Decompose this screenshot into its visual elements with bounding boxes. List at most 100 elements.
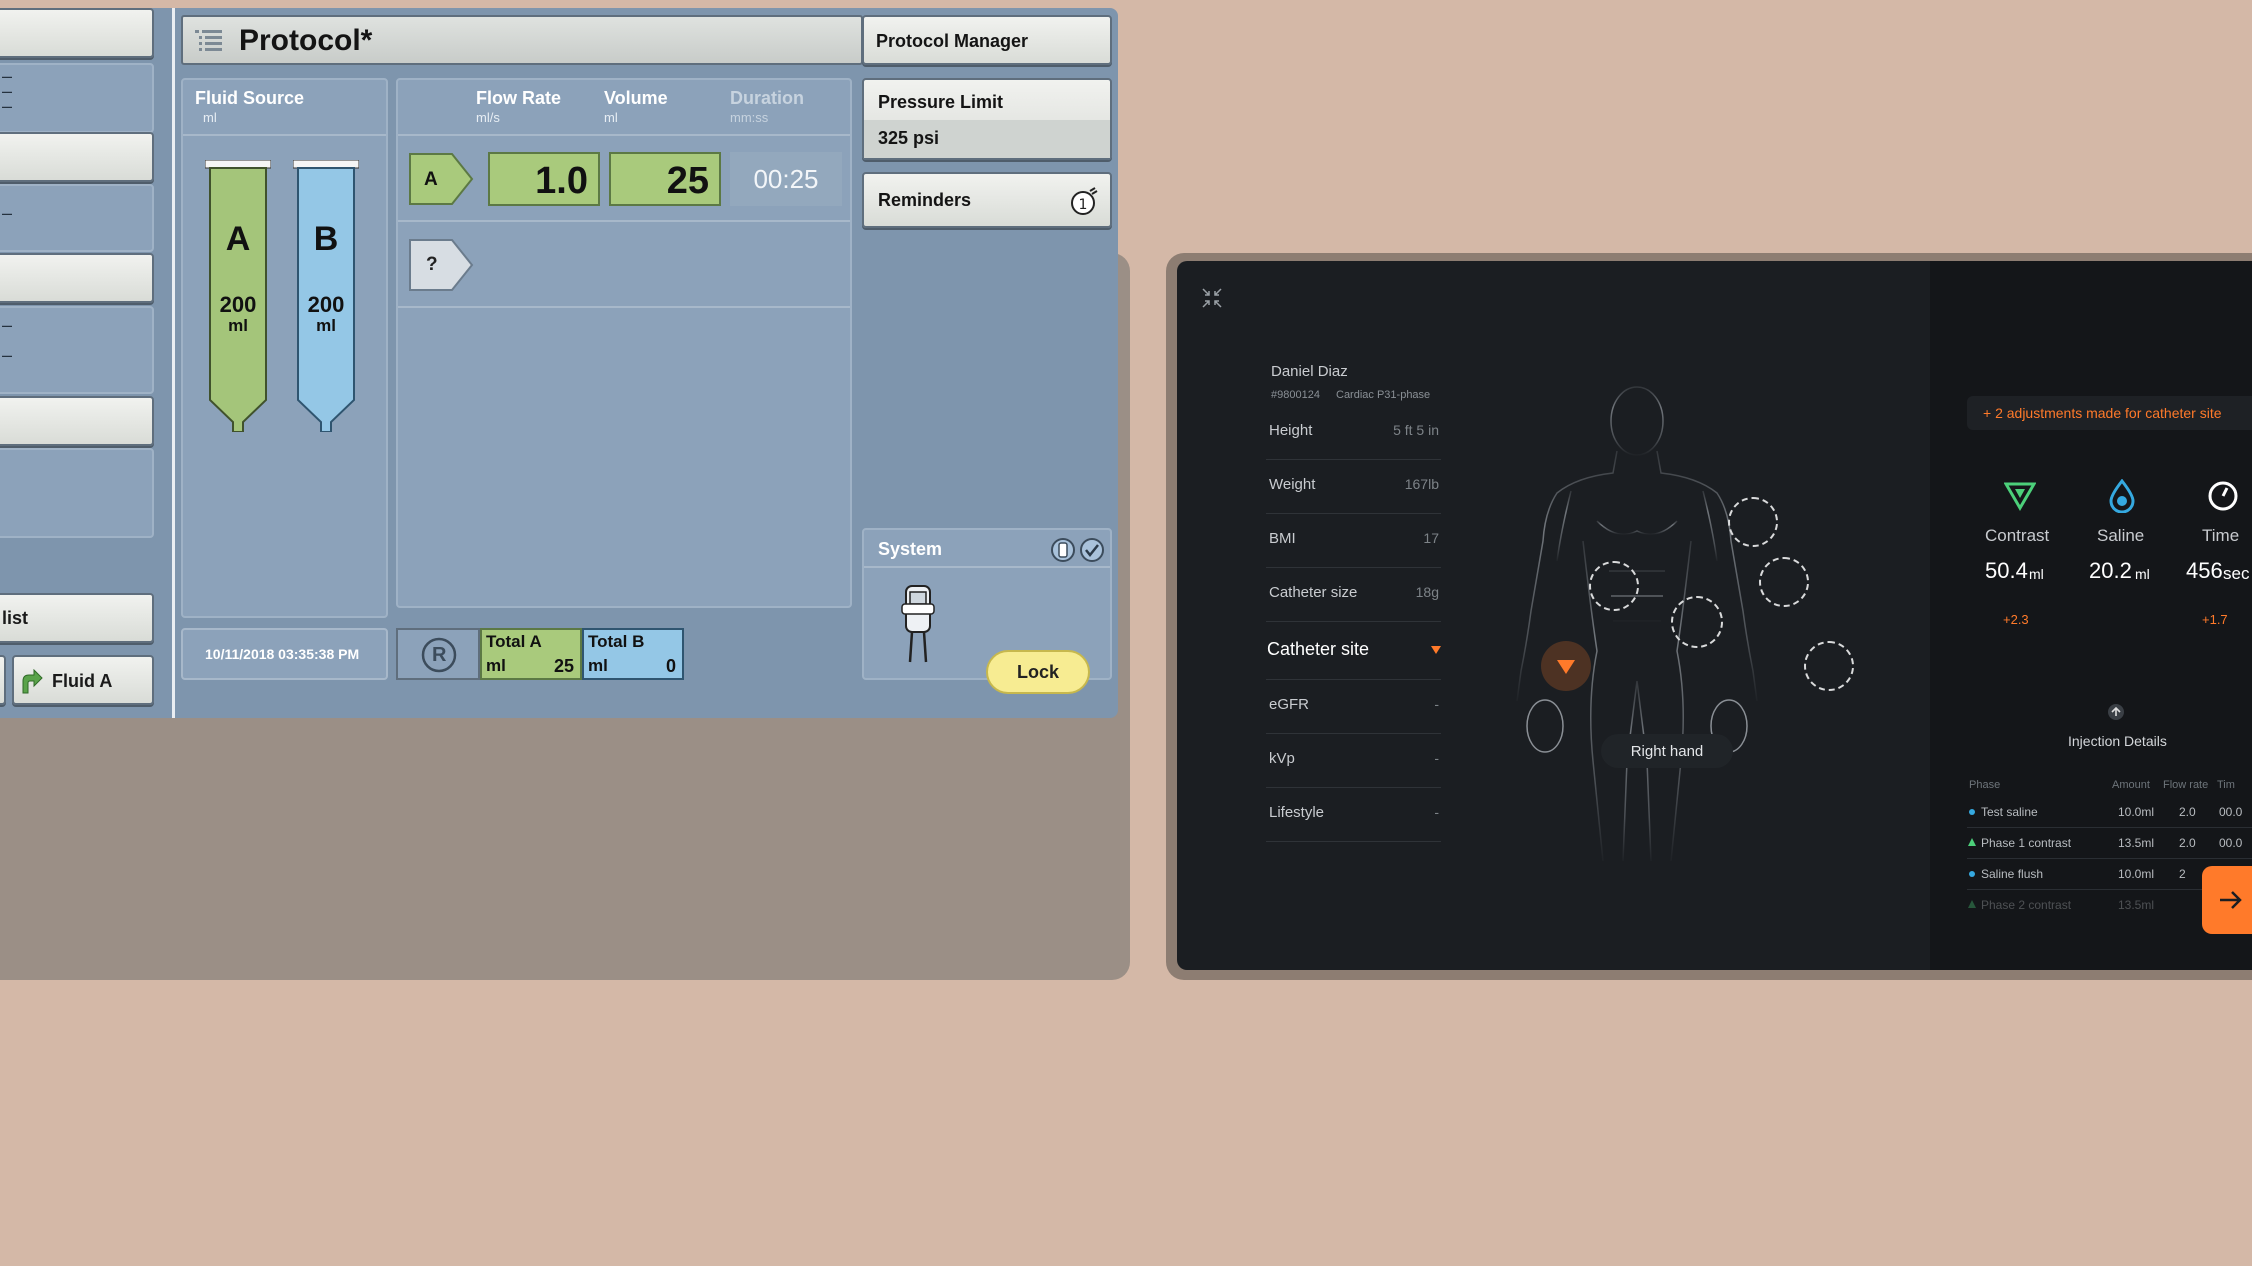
duration-field[interactable]: 00:25 [730,152,842,206]
col-time: Tim [2217,779,2235,791]
arrow-icon [22,669,43,694]
contrast-triangle-icon [1968,838,1976,846]
sidebar-panel-4 [0,448,154,538]
info-value: - [1434,696,1439,712]
table-row[interactable]: Test saline 10.0ml 2.0 00.0 [1967,797,2252,828]
info-row-height[interactable]: Height 5 ft 5 in [1266,406,1441,460]
fluid-source-unit: ml [203,110,217,125]
time-label: Time [2202,526,2240,545]
info-label: kVp [1269,750,1295,767]
saline-dot-icon [1969,871,1975,877]
info-value: - [1434,804,1439,820]
phase-a-tag[interactable] [408,152,474,206]
sidebar-divider [172,8,175,718]
system-label: System [878,539,943,559]
menu-list-icon[interactable] [195,29,223,53]
info-row-catheter-size[interactable]: Catheter size 18g [1266,568,1441,622]
flow-rate-field[interactable]: 1.0 [488,152,600,206]
collapse-icon[interactable] [1201,287,1223,309]
total-a-unit: ml [486,656,506,675]
info-row-egfr[interactable]: eGFR - [1266,680,1441,734]
add-phase-row[interactable]: ? [398,224,850,308]
info-value: 167lb [1404,476,1439,492]
col-volume: Volume [604,88,668,108]
selected-site-label: Right hand [1601,734,1733,768]
saline-value: 20.2 [2089,558,2132,583]
arrow-right-icon [2220,891,2242,909]
total-b-unit: ml [588,656,608,675]
sidebar-button-1[interactable] [0,8,154,58]
next-button[interactable] [2202,866,2252,934]
list-button[interactable]: list [0,593,154,643]
injection-details-label[interactable]: Injection Details [2068,733,2167,749]
site-abdomen[interactable] [1671,596,1723,648]
total-b-label: Total B [588,632,645,651]
system-status-icons [1051,538,1104,562]
col-flow-rate: Flow rate [2163,779,2209,791]
lock-button[interactable]: Lock [986,650,1090,694]
fluid-source-panel: Fluid Source ml A 200 ml B 200 ml [181,78,388,618]
row-flow: 2 [2179,867,2186,881]
system-header: System [864,530,1110,568]
phase-row[interactable]: A 1.0 25 00:25 [398,142,850,222]
pressure-limit-button[interactable]: Pressure Limit 325 psi [862,78,1112,160]
protocol-manager-label: Protocol Manager [876,31,1029,51]
volume-field[interactable]: 25 [609,152,721,206]
info-value: - [1434,750,1439,766]
triangle-icon [2004,482,2036,511]
info-row-kvp[interactable]: kVp - [1266,734,1441,788]
fluid-a-label: Fluid A [52,671,113,691]
site-chest[interactable] [1728,497,1778,547]
patient-name: Daniel Diaz [1271,363,1348,380]
row-phase: Phase 1 contrast [1981,836,2072,850]
sidebar-button-3[interactable] [0,253,154,303]
list-button-label: list [2,608,29,628]
info-value: 17 [1423,530,1439,546]
syringe-b[interactable]: B 200 ml [293,160,359,432]
site-right-hand-selected[interactable] [1541,641,1591,691]
col-flow-rate: Flow Rate [476,88,562,108]
pressure-limit-label: Pressure Limit [878,92,1004,112]
info-row-weight[interactable]: Weight 167lb [1266,460,1441,514]
sidebar-button-2[interactable] [0,132,154,182]
syringe-b-unit: ml [316,316,336,335]
adjustment-banner[interactable]: + 2 adjustments made for catheter site [1967,396,2252,430]
add-phase-tag[interactable] [408,238,474,292]
timestamp-panel: 10/11/2018 03:35:38 PM [181,628,388,680]
stopwatch-icon [2208,481,2238,511]
fluid-source-title: Fluid Source [195,88,305,108]
chevron-down-icon [1431,646,1441,654]
reminders-label: Reminders [878,190,972,210]
site-right-arm[interactable] [1589,561,1639,611]
expand-up-icon[interactable] [2107,703,2125,721]
info-row-lifestyle[interactable]: Lifestyle - [1266,788,1441,842]
syringe-a[interactable]: A 200 ml [205,160,271,432]
total-a-label: Total A [486,632,542,651]
reset-label: R [432,644,447,666]
table-row[interactable]: Phase 1 contrast 13.5ml 2.0 00.0 [1967,828,2252,859]
syringe-a-label: A [225,220,251,258]
reset-button[interactable]: R [396,628,480,680]
protocol-manager-button[interactable]: Protocol Manager [862,15,1112,65]
row-time: 00.0 [2219,836,2243,850]
col-flow-rate-unit: ml/s [476,110,500,125]
info-value: 18g [1415,584,1439,600]
site-left-hand[interactable] [1804,641,1854,691]
fluid-a-button[interactable]: Fluid A [12,655,154,705]
dash-placeholder: – – – [2,66,13,116]
catheter-site-dropdown[interactable]: Catheter site [1266,622,1441,680]
left-screen: – – – – – – list Fluid A Protocol* Protocol… [0,8,1118,718]
reminders-button[interactable]: Reminders 1 [862,172,1112,228]
col-duration-unit: mm:ss [730,110,769,125]
add-phase-label: ? [426,254,438,275]
info-row-bmi[interactable]: BMI 17 [1266,514,1441,568]
row-amount: 10.0ml [2118,867,2155,881]
total-b-box: Total B ml 0 [582,628,684,680]
sidebar-small-button[interactable] [0,655,6,705]
sidebar-panel-2: – [0,184,154,252]
site-left-arm[interactable] [1759,557,1809,607]
sidebar-button-4[interactable] [0,396,154,446]
body-map-figure [1516,386,1758,862]
dash-placeholder: – [2,203,13,223]
timestamp: 10/11/2018 03:35:38 PM [205,646,360,662]
